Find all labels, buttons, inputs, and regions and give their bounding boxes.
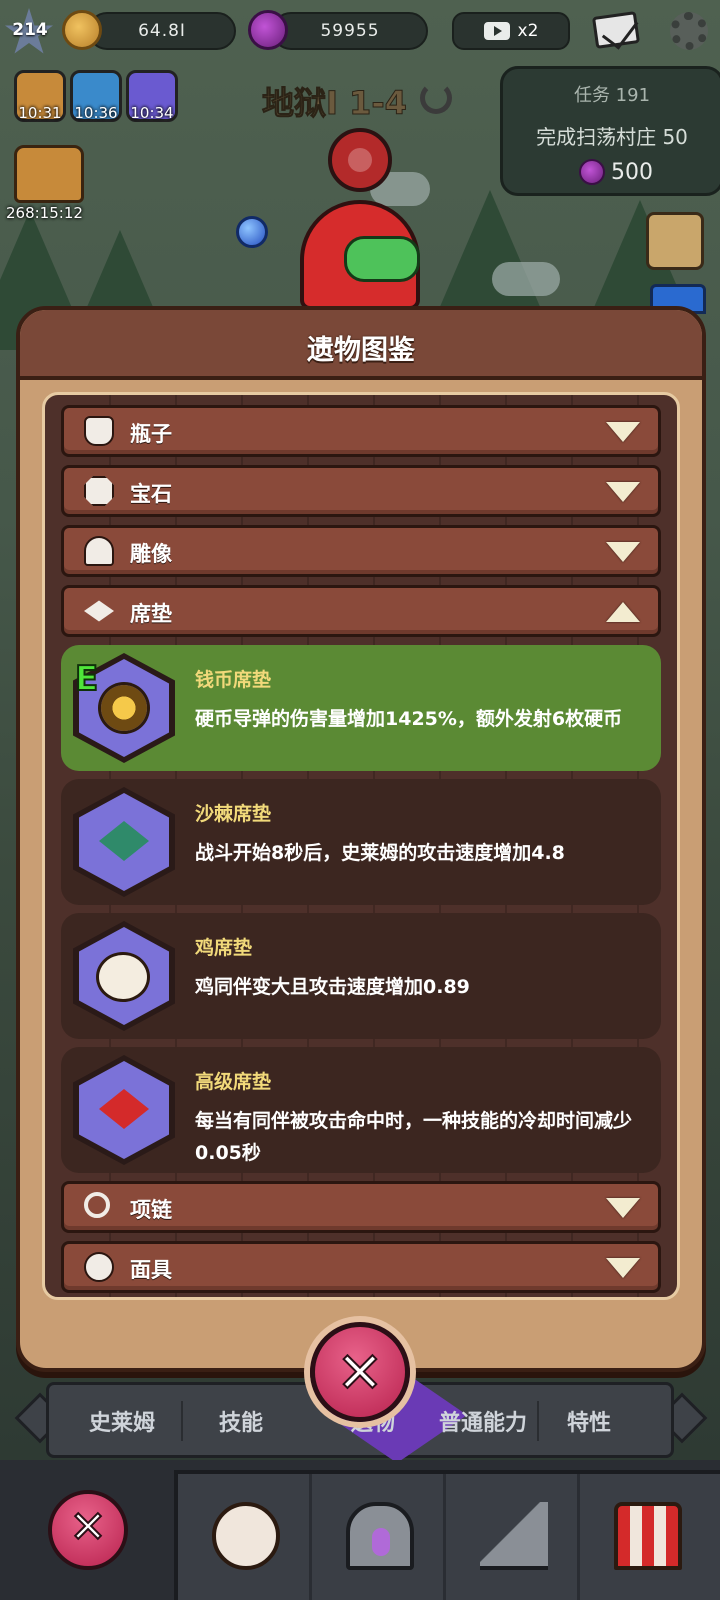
nav-panel xyxy=(174,1470,720,1600)
chevron-down-icon xyxy=(606,1258,640,1278)
stage-title: 地狱I 1-4 xyxy=(262,84,408,123)
relic-name: 沙棘席垫 xyxy=(195,803,272,825)
relic-name: 鸡席垫 xyxy=(195,937,253,959)
gold-counter[interactable]: 64.8I xyxy=(88,12,236,50)
gem-amount: 59955 xyxy=(320,21,380,41)
mask-icon xyxy=(84,1252,114,1282)
portal-icon xyxy=(346,1502,414,1570)
chicken-icon xyxy=(212,1502,280,1570)
vase-icon xyxy=(84,416,114,446)
coin-mat-icon xyxy=(101,685,147,731)
idle-reward-bag-icon[interactable] xyxy=(14,145,84,203)
nav-dungeon[interactable] xyxy=(312,1474,446,1600)
cloud-shape xyxy=(492,262,560,296)
relic-name: 高级席垫 xyxy=(195,1071,272,1093)
category-label: 席垫 xyxy=(130,602,172,626)
sword-boost-timer: 10:36 xyxy=(74,104,118,122)
gold-amount: 64.8I xyxy=(138,21,186,41)
nav-close-slot: ✕ xyxy=(0,1460,174,1600)
idle-reward-timer: 268:15:12 xyxy=(6,204,83,222)
gem-counter[interactable]: 59955 xyxy=(272,12,428,50)
chevron-down-icon xyxy=(606,422,640,442)
relic-description: 战斗开始8秒后，史莱姆的攻击速度增加4.8 xyxy=(195,842,565,864)
hero-face xyxy=(344,236,420,282)
chicken-mat-icon xyxy=(99,955,147,999)
category-row-necklace[interactable]: 项链 xyxy=(61,1181,661,1233)
category-row-mat[interactable]: 席垫 xyxy=(61,585,661,637)
quest-panel[interactable]: 任务 191 完成扫荡村庄 50 500 xyxy=(500,66,720,196)
relic-name: 钱币席垫 xyxy=(195,669,272,691)
relic-card-coin-mat[interactable]: E 钱币席垫 硬币导弹的伤害量增加1425%，额外发射6枚硬币 xyxy=(61,645,661,771)
relic-collection-dialog: 遗物图鉴 瓶子 宝石 雕像 席垫 E 钱币席垫 硬币导弹的伤害量增加1425%，… xyxy=(16,306,706,1372)
nav-close-button[interactable]: ✕ xyxy=(48,1490,128,1570)
quest-description: 完成扫荡村庄 50 xyxy=(536,125,688,149)
relic-description: 每当有同伴被攻击命中时，一种技能的冷却时间减少0.05秒 xyxy=(195,1110,633,1164)
category-row-mask[interactable]: 面具 xyxy=(61,1241,661,1293)
chevron-down-icon xyxy=(606,542,640,562)
bottom-navigation: ✕ xyxy=(0,1460,720,1600)
shop-icon xyxy=(614,1502,682,1570)
gold-coin-icon xyxy=(62,10,102,50)
relic-description: 鸡同伴变大且攻击速度增加0.89 xyxy=(195,976,470,998)
category-label: 项链 xyxy=(130,1198,172,1222)
dialog-title: 遗物图鉴 xyxy=(307,335,415,366)
statue-icon xyxy=(84,536,114,566)
tab-skills[interactable]: 技能 xyxy=(219,1405,263,1437)
chevron-up-icon xyxy=(606,602,640,622)
dialog-header: 遗物图鉴 xyxy=(20,310,702,380)
close-icon: ✕ xyxy=(336,1340,385,1407)
tab-slime[interactable]: 史莱姆 xyxy=(89,1405,155,1437)
rarity-badge: E xyxy=(74,658,99,700)
gold-boost-timer: 10:31 xyxy=(18,104,62,122)
purple-gem-icon xyxy=(248,10,288,50)
nav-companions[interactable] xyxy=(178,1474,312,1600)
lightning-boost-timer: 10:34 xyxy=(130,104,174,122)
relic-description: 硬币导弹的伤害量增加1425%，额外发射6枚硬币 xyxy=(195,708,623,730)
dialog-close-button[interactable]: ✕ xyxy=(310,1322,410,1422)
gem-icon xyxy=(84,476,114,506)
player-level: 214 xyxy=(12,20,48,40)
boss-skull-icon[interactable] xyxy=(328,128,392,192)
quest-title: 任务 191 xyxy=(573,85,651,106)
video-play-icon xyxy=(483,22,510,40)
chevron-down-icon xyxy=(606,482,640,502)
top-resource-bar: 214 64.8I 59955 x2 xyxy=(0,0,720,62)
pickaxe-icon xyxy=(480,1502,548,1570)
necklace-icon xyxy=(84,1192,110,1218)
relic-list-panel[interactable]: 瓶子 宝石 雕像 席垫 E 钱币席垫 硬币导弹的伤害量增加1425%，额外发射6… xyxy=(42,392,680,1300)
category-label: 瓶子 xyxy=(130,422,172,446)
relic-card-chicken-mat[interactable]: 鸡席垫 鸡同伴变大且攻击速度增加0.89 xyxy=(61,913,661,1039)
category-row-gem[interactable]: 宝石 xyxy=(61,465,661,517)
category-label: 宝石 xyxy=(130,482,172,506)
nav-mine[interactable] xyxy=(446,1474,580,1600)
mat-icon xyxy=(84,600,114,622)
relic-card-premium-mat[interactable]: 高级席垫 每当有同伴被攻击命中时，一种技能的冷却时间减少0.05秒 xyxy=(61,1047,661,1173)
refresh-icon[interactable] xyxy=(420,82,452,114)
gear-icon[interactable] xyxy=(670,12,708,50)
close-icon: ✕ xyxy=(69,1501,108,1554)
video-multiplier: x2 xyxy=(517,21,539,41)
tab-traits[interactable]: 特性 xyxy=(567,1405,611,1437)
chevron-down-icon xyxy=(606,1198,640,1218)
category-label: 面具 xyxy=(130,1258,172,1282)
tab-abilities[interactable]: 普通能力 xyxy=(439,1405,527,1437)
category-row-statue[interactable]: 雕像 xyxy=(61,525,661,577)
category-row-vase[interactable]: 瓶子 xyxy=(61,405,661,457)
blue-orb-icon xyxy=(236,216,268,248)
mail-icon[interactable] xyxy=(591,11,641,49)
relic-card-spike-mat[interactable]: 沙棘席垫 战斗开始8秒后，史莱姆的攻击速度增加4.8 xyxy=(61,779,661,905)
quest-reward-amount: 500 xyxy=(611,159,653,185)
scroll-quill-icon[interactable] xyxy=(646,212,704,270)
video-boost-button[interactable]: x2 xyxy=(452,12,570,50)
nav-shop[interactable] xyxy=(580,1474,714,1600)
quest-reward: 500 xyxy=(579,159,653,185)
category-label: 雕像 xyxy=(130,542,172,566)
purple-gem-icon xyxy=(579,159,605,185)
